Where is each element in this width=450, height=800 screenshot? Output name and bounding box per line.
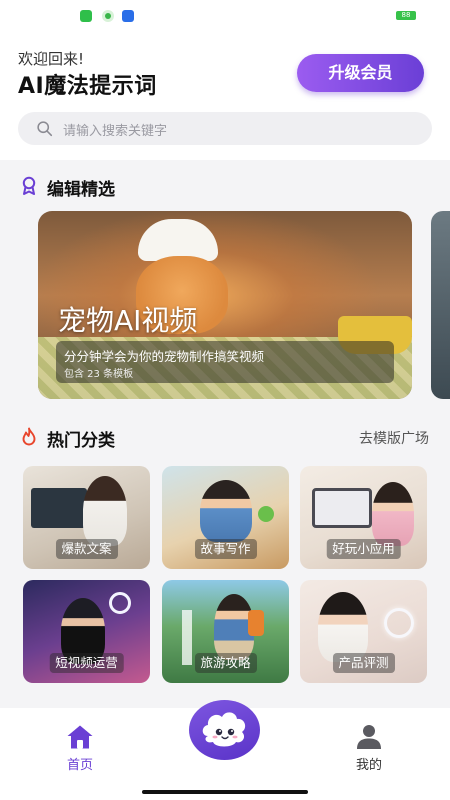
category-card-viral-copy[interactable]: 爆款文案 — [23, 466, 150, 569]
monitor-illustration — [31, 488, 87, 528]
reviewer-illustration — [318, 592, 368, 662]
ring-light-illustration — [384, 608, 414, 638]
featured-banner-card[interactable]: 宠物AI视频 分分钟学会为你的宠物制作搞笑视频 包含 23 条模板 — [38, 211, 412, 399]
featured-section-header: 编辑精选 — [20, 174, 220, 200]
category-card-fun-mini-apps[interactable]: 好玩小应用 — [300, 466, 427, 569]
template-plaza-link[interactable]: 去模版广场 — [359, 428, 429, 448]
category-label: 好玩小应用 — [326, 539, 401, 559]
category-label: 短视频运营 — [49, 653, 124, 673]
nav-me-label: 我的 — [355, 758, 382, 773]
category-card-product-review[interactable]: 产品评测 — [300, 580, 427, 683]
next-banner-card[interactable] — [431, 211, 450, 399]
upgrade-membership-button[interactable]: 升级会员 — [297, 54, 424, 92]
home-icon — [67, 725, 93, 749]
search-placeholder: 请输入搜索关键字 — [63, 124, 168, 139]
mascot-icon — [202, 712, 246, 747]
banner-template-count: 包含 23 条模板 — [64, 369, 134, 380]
category-card-short-video-ops[interactable]: 短视频运营 — [23, 580, 150, 683]
wechat-icon — [102, 10, 114, 22]
nav-me[interactable]: 我的 — [339, 724, 399, 780]
home-indicator[interactable] — [142, 790, 308, 794]
notification-icon — [80, 10, 92, 22]
category-label: 旅游攻略 — [194, 653, 257, 673]
flame-icon — [22, 427, 36, 446]
ring-light-illustration — [109, 592, 131, 614]
banner-subtitle: 分分钟学会为你的宠物制作搞笑视频 — [64, 349, 265, 364]
award-ribbon-icon — [22, 176, 36, 195]
featured-section-title: 编辑精选 — [47, 180, 115, 200]
search-input[interactable]: 请输入搜索关键字 — [18, 112, 432, 145]
category-label: 产品评测 — [332, 653, 395, 673]
status-bar: 88 — [0, 0, 450, 30]
girl-illustration — [372, 482, 414, 546]
person-illustration — [83, 476, 127, 546]
category-label: 爆款文案 — [55, 539, 118, 559]
app-notification-icon — [122, 10, 134, 22]
ai-assistant-button[interactable] — [189, 700, 260, 760]
categories-section-title: 热门分类 — [47, 431, 115, 451]
category-card-travel-guide[interactable]: 旅游攻略 — [162, 580, 289, 683]
banner-caption: 分分钟学会为你的宠物制作搞笑视频 包含 23 条模板 — [56, 341, 394, 383]
search-icon — [37, 121, 53, 137]
battery-indicator: 88 — [396, 11, 416, 20]
category-label: 故事写作 — [194, 539, 257, 559]
chef-hat-illustration — [138, 219, 218, 261]
welcome-text: 欢迎回来! — [18, 50, 85, 68]
categories-section-header: 热门分类 — [20, 425, 220, 451]
banner-title: 宠物AI视频 — [58, 304, 198, 337]
laptop-illustration — [312, 488, 372, 528]
header: 欢迎回来! AI魔法提示词 升级会员 请输入搜索关键字 — [0, 30, 450, 160]
app-title: AI魔法提示词 — [18, 74, 157, 99]
nav-home-label: 首页 — [66, 758, 93, 773]
user-icon — [357, 725, 381, 749]
waterfall-illustration — [182, 610, 192, 665]
category-card-story-writing[interactable]: 故事写作 — [162, 466, 289, 569]
backpack-illustration — [248, 610, 264, 636]
boy-illustration — [200, 480, 252, 542]
nav-home[interactable]: 首页 — [50, 724, 110, 780]
frog-illustration — [258, 506, 274, 522]
